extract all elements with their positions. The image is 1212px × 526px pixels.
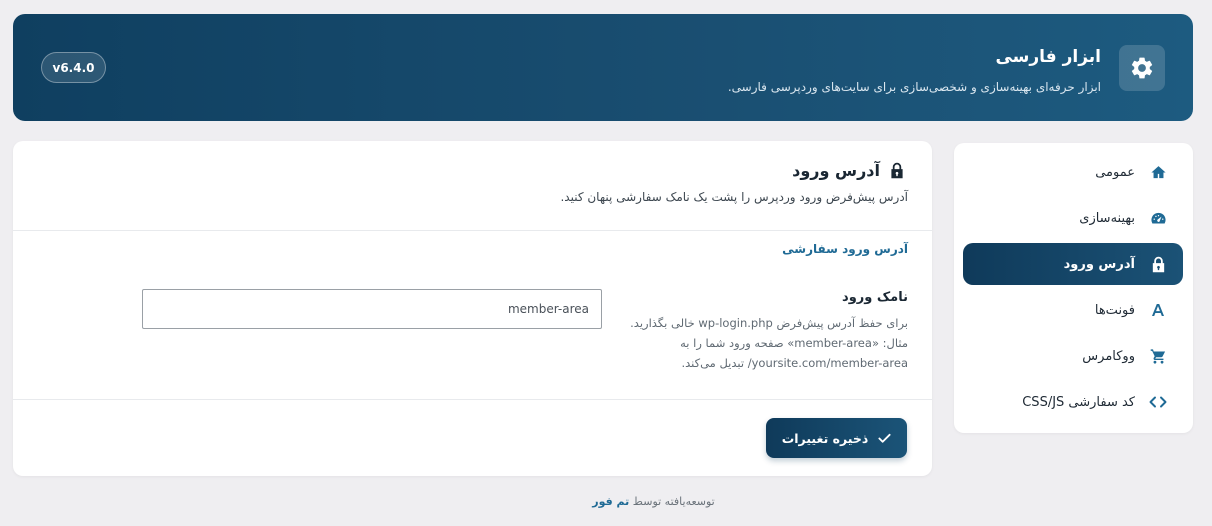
sidebar-item-label: کد سفارشی CSS/JS (1022, 394, 1135, 410)
app-header: ابزار فارسی ابزار حرفه‌ای بهینه‌سازی و ش… (13, 14, 1193, 121)
code-icon (1149, 393, 1167, 411)
save-button[interactable]: ذخیره تغییرات (766, 418, 907, 458)
divider (13, 399, 932, 400)
section-header: آدرس ورود (792, 161, 904, 180)
speedometer-icon (1149, 209, 1167, 227)
sidebar-item-login-url[interactable]: آدرس ورود (963, 243, 1183, 285)
sidebar-item-woocommerce[interactable]: ووکامرس (963, 335, 1183, 377)
sidebar-item-fonts[interactable]: فونت‌ها (963, 289, 1183, 331)
gear-icon (1119, 45, 1165, 91)
sidebar-item-label: آدرس ورود (1063, 256, 1135, 272)
save-button-label: ذخیره تغییرات (781, 430, 869, 446)
section-description: آدرس پیش‌فرض ورود وردپرس را پشت یک نامک … (560, 190, 908, 204)
section-title: آدرس ورود (792, 161, 880, 180)
font-icon (1149, 301, 1167, 319)
sidebar-item-custom-code[interactable]: کد سفارشی CSS/JS (963, 381, 1183, 423)
version-badge: v6.4.0 (41, 52, 106, 83)
settings-panel: آدرس ورود آدرس پیش‌فرض ورود وردپرس را پش… (13, 141, 932, 476)
group-title: آدرس ورود سفارشی (782, 242, 908, 256)
lock-icon (1149, 255, 1167, 273)
home-icon (1149, 163, 1167, 181)
check-icon (878, 433, 891, 444)
footer-text: توسعه‌یافته توسط (632, 495, 715, 508)
login-slug-help: برای حفظ آدرس پیش‌فرض wp-login.php خالی … (618, 313, 908, 373)
sidebar-nav: عمومی بهینه‌سازی آدرس ورود فونت‌ها ووکام… (954, 143, 1193, 433)
lock-icon (890, 162, 904, 179)
footer: توسعه‌یافته توسط تم فور (0, 495, 1212, 508)
sidebar-item-label: فونت‌ها (1094, 302, 1135, 318)
help-line: مثال: «member-area» صفحه ورود شما را به (680, 336, 908, 350)
sidebar-item-label: ووکامرس (1082, 348, 1135, 364)
cart-icon (1149, 347, 1167, 365)
footer-brand-link[interactable]: تم فور (592, 495, 629, 508)
login-slug-input[interactable] (142, 289, 602, 329)
help-line: yoursite.com/member-area/ تبدیل می‌کند. (681, 356, 908, 370)
sidebar-item-label: بهینه‌سازی (1079, 210, 1135, 226)
app-subtitle: ابزار حرفه‌ای بهینه‌سازی و شخصی‌سازی برا… (727, 80, 1101, 94)
login-slug-label: نامک ورود (842, 290, 908, 305)
app-title: ابزار فارسی (995, 47, 1101, 67)
help-line: برای حفظ آدرس پیش‌فرض wp-login.php خالی … (630, 316, 908, 330)
divider (13, 230, 932, 231)
sidebar-item-optimization[interactable]: بهینه‌سازی (963, 197, 1183, 239)
sidebar-item-general[interactable]: عمومی (963, 151, 1183, 193)
sidebar-item-label: عمومی (1095, 164, 1135, 180)
